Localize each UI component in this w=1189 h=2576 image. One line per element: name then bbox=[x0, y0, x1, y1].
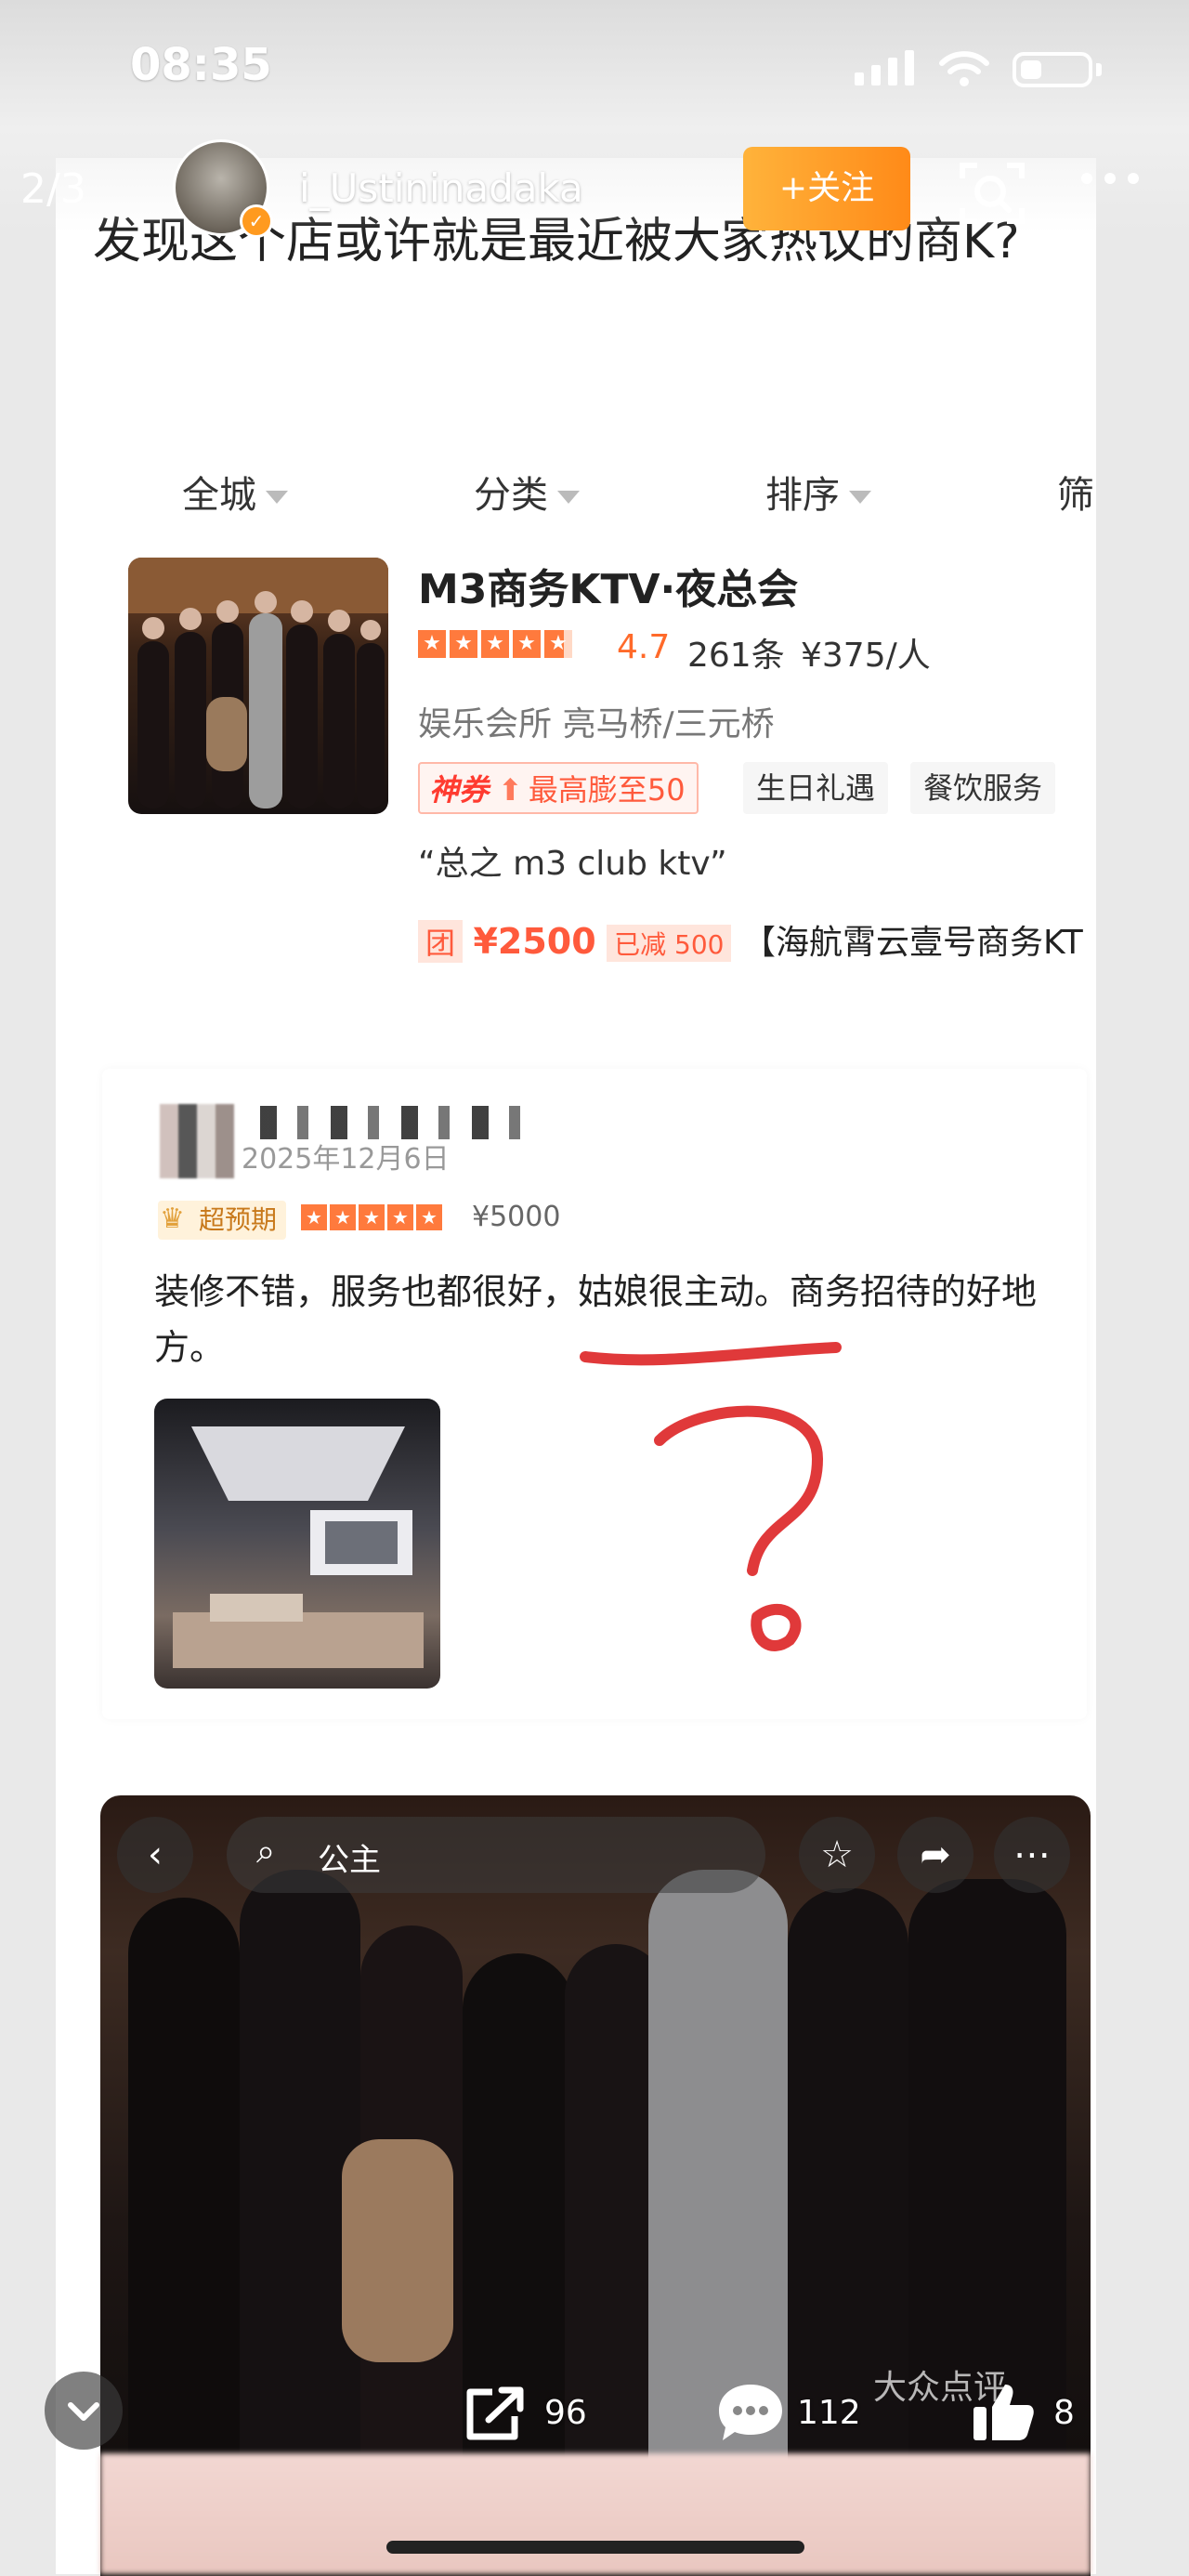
tag-catering[interactable]: 餐饮服务 bbox=[910, 762, 1056, 814]
caret-down-icon bbox=[849, 491, 871, 504]
battery-cap bbox=[1096, 63, 1102, 76]
crown-icon: ♛ bbox=[160, 1203, 185, 1235]
author-username[interactable]: i_Ustininadaka bbox=[299, 165, 583, 211]
more-icon[interactable]: ⋯ bbox=[994, 1817, 1070, 1893]
handwritten-question-mark bbox=[580, 1342, 842, 1651]
share-arrow-icon[interactable]: ➦ bbox=[897, 1817, 973, 1893]
reviewer-name-pixelated bbox=[260, 1106, 520, 1139]
caret-down-icon bbox=[266, 491, 288, 504]
up-arrow-icon: ⬆ bbox=[498, 772, 523, 808]
star-icon: ★ bbox=[387, 1204, 413, 1230]
shop-price: ¥375/人 bbox=[801, 637, 931, 675]
tag-birthday[interactable]: 生日礼遇 bbox=[743, 762, 889, 814]
review-spend: ¥5000 bbox=[472, 1201, 561, 1233]
follow-button[interactable]: +关注 bbox=[743, 147, 910, 230]
star-icon: ★ bbox=[513, 630, 541, 658]
home-indicator bbox=[386, 2541, 804, 2554]
photo-search-bar[interactable] bbox=[227, 1817, 765, 1893]
shop-thumbnail[interactable] bbox=[128, 558, 388, 814]
back-icon[interactable]: ‹ bbox=[117, 1817, 193, 1893]
star-icon: ★ bbox=[418, 630, 446, 658]
shop-category: 娱乐会所 亮马桥/三元桥 bbox=[418, 705, 775, 743]
shop-review-count: 261条 bbox=[687, 637, 785, 675]
photo-search-text: 公主 bbox=[318, 1842, 381, 1879]
star-icon: ★ bbox=[416, 1204, 442, 1230]
scan-icon[interactable] bbox=[957, 158, 1027, 229]
review-date: 2025年12月6日 bbox=[242, 1143, 450, 1176]
collapse-button[interactable] bbox=[45, 2372, 123, 2450]
comment-icon[interactable] bbox=[715, 2381, 786, 2444]
star-icon: ★ bbox=[301, 1204, 327, 1230]
shop-rating: 4.7 bbox=[617, 628, 671, 666]
deal-row[interactable]: 团 ¥2500 已减 500 【海航霄云壹号商务KT bbox=[418, 915, 1083, 964]
next-image-preview bbox=[100, 2453, 1091, 2574]
share-count: 96 bbox=[544, 2394, 587, 2432]
reviewer-avatar bbox=[160, 1104, 234, 1178]
star-favorite-icon[interactable]: ☆ bbox=[799, 1817, 875, 1893]
filter-sort[interactable]: 排序 bbox=[765, 465, 871, 519]
like-count: 8 bbox=[1053, 2394, 1075, 2432]
review-photo[interactable] bbox=[154, 1399, 440, 1689]
star-icon: ★ bbox=[481, 630, 509, 658]
search-icon: ⌕ bbox=[256, 1833, 276, 1871]
filter-category[interactable]: 分类 bbox=[474, 465, 580, 519]
star-icon: ★ bbox=[359, 1204, 385, 1230]
signal-icon bbox=[855, 50, 914, 85]
shop-rating-stars: ★ ★ ★ ★ ★ bbox=[418, 630, 576, 658]
half-star-icon: ★ bbox=[544, 630, 572, 658]
like-thumb-icon[interactable] bbox=[970, 2381, 1037, 2444]
caret-down-icon bbox=[557, 491, 580, 504]
wifi-icon bbox=[939, 51, 989, 86]
comment-count: 112 bbox=[797, 2394, 861, 2432]
filter-more[interactable]: 筛 bbox=[1057, 465, 1094, 519]
more-options-icon[interactable] bbox=[1078, 167, 1143, 190]
battery-icon bbox=[1013, 52, 1092, 87]
star-icon: ★ bbox=[450, 630, 477, 658]
share-icon[interactable] bbox=[461, 2385, 528, 2442]
star-icon: ★ bbox=[330, 1204, 356, 1230]
chevron-down-icon bbox=[68, 2402, 99, 2421]
page-counter: 2/3 bbox=[20, 165, 86, 213]
verified-icon: ✓ bbox=[240, 204, 273, 238]
filter-city[interactable]: 全城 bbox=[182, 465, 288, 519]
shop-name[interactable]: M3商务KTV·夜总会 bbox=[418, 556, 798, 615]
coupon-badge[interactable]: 神券 ⬆ 最高膨至50 bbox=[418, 762, 699, 814]
review-stars: ★ ★ ★ ★ ★ bbox=[301, 1204, 445, 1230]
shop-quote: “总之 m3 club ktv” bbox=[418, 845, 727, 883]
status-time: 08:35 bbox=[130, 39, 272, 91]
